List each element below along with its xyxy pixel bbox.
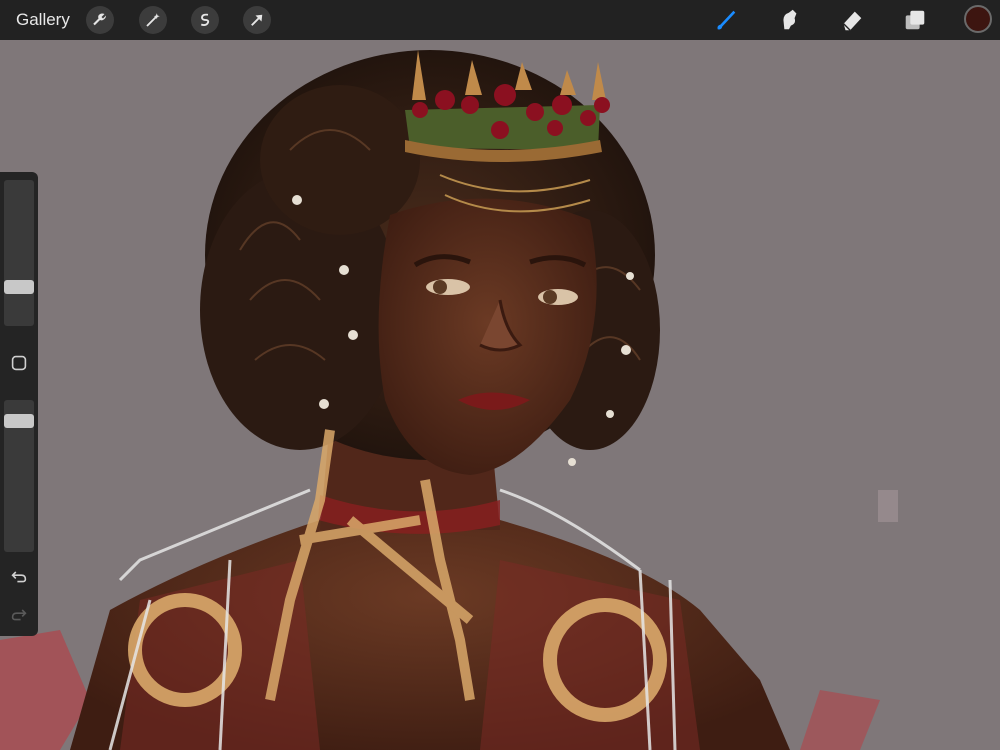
modify-button-icon — [11, 355, 27, 371]
opacity-slider[interactable] — [4, 400, 34, 552]
transform-arrow-icon — [251, 14, 263, 26]
brush-icon — [717, 10, 736, 30]
opacity-slider-thumb[interactable] — [4, 414, 34, 428]
drawing-canvas[interactable] — [0, 40, 1000, 750]
selection-icon — [200, 13, 210, 27]
gallery-button[interactable]: Gallery — [16, 10, 70, 30]
wrench-icon — [93, 13, 106, 26]
eraser-icon — [843, 11, 862, 31]
layers-icon — [905, 10, 925, 30]
brush-tool-button[interactable] — [712, 6, 740, 34]
undo-button[interactable] — [9, 566, 29, 586]
smudge-icon — [783, 9, 797, 30]
layers-button[interactable] — [901, 6, 929, 34]
selection-button[interactable] — [191, 6, 219, 34]
magic-wand-icon — [146, 13, 160, 27]
eraser-tool-button[interactable] — [838, 6, 866, 34]
left-sidebar — [0, 172, 38, 636]
smudge-tool-button[interactable] — [775, 6, 803, 34]
transform-button[interactable] — [243, 6, 271, 34]
redo-button[interactable] — [9, 604, 29, 624]
actions-wrench-button[interactable] — [86, 6, 114, 34]
brush-size-slider[interactable] — [4, 180, 34, 326]
adjustments-button[interactable] — [139, 6, 167, 34]
redo-icon — [11, 609, 27, 621]
top-toolbar: Gallery — [0, 0, 1000, 40]
undo-icon — [11, 571, 27, 583]
brush-size-slider-thumb[interactable] — [4, 280, 34, 294]
modify-button[interactable] — [9, 353, 29, 373]
color-picker-button[interactable] — [964, 5, 992, 33]
